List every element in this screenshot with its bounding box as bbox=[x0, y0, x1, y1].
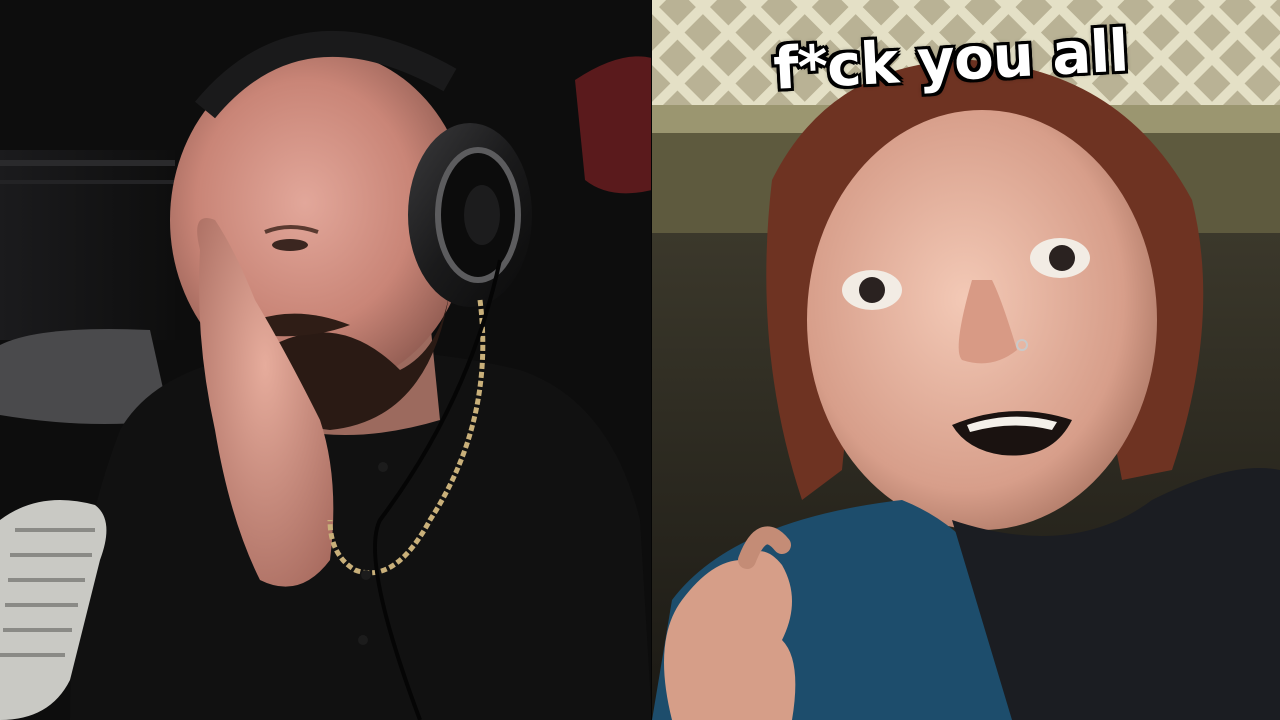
reactor-scene bbox=[0, 0, 652, 720]
chair-back bbox=[575, 56, 652, 194]
video-caption-text: f*ck you all bbox=[771, 16, 1130, 103]
video-frame: f*ck you all bbox=[0, 0, 1280, 720]
clip-panel bbox=[652, 0, 1280, 720]
clip-scene bbox=[652, 0, 1280, 720]
wall-panel bbox=[0, 150, 175, 340]
reactor-camera-panel bbox=[0, 0, 652, 720]
